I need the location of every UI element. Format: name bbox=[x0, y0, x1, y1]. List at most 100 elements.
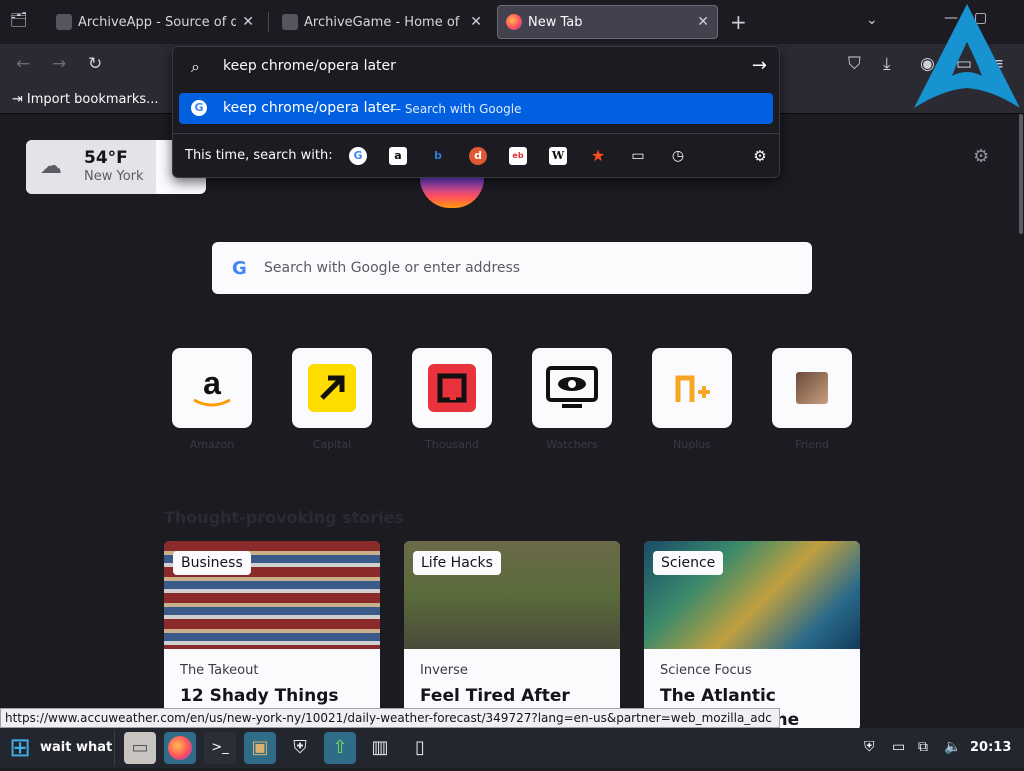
topsite-label: Amazon bbox=[189, 438, 235, 451]
forward-arrow-icon[interactable]: → bbox=[52, 54, 66, 74]
import-icon: ⇥ bbox=[12, 92, 23, 107]
new-tab-plus-icon[interactable]: + bbox=[730, 10, 747, 34]
topsite-watchers[interactable] bbox=[532, 348, 612, 428]
firefox-view-icon[interactable]: 🗂 bbox=[10, 12, 28, 30]
close-tab-icon[interactable]: ✕ bbox=[697, 14, 709, 30]
suggestion-text: keep chrome/opera later bbox=[223, 100, 396, 116]
search-icon: ⌕ bbox=[191, 57, 200, 76]
firefox-taskbar-icon[interactable] bbox=[164, 732, 196, 764]
tabs-icon[interactable]: ▭ bbox=[629, 147, 647, 165]
security-shield-tray-icon[interactable]: ⛨ bbox=[864, 739, 875, 755]
topsite-friend[interactable] bbox=[772, 348, 852, 428]
one-off-search-bar: This time, search with: G a b d eb W ★ ▭… bbox=[173, 133, 779, 177]
back-arrow-icon[interactable]: ← bbox=[16, 54, 30, 74]
clock[interactable]: 20:13 bbox=[970, 740, 1011, 755]
tab-new-tab[interactable]: New Tab ✕ bbox=[497, 5, 718, 39]
import-bookmarks-button[interactable]: ⇥ Import bookmarks... bbox=[12, 92, 159, 107]
topsite-capital[interactable] bbox=[292, 348, 372, 428]
bookmarks-star-icon[interactable]: ★ bbox=[589, 147, 607, 165]
firefox-logo-icon bbox=[420, 178, 484, 208]
bing-icon[interactable]: b bbox=[429, 147, 447, 165]
amazon-icon[interactable]: a bbox=[389, 147, 407, 165]
search-suggestion-row[interactable]: G keep chrome/opera later — Search with … bbox=[179, 93, 773, 124]
close-tab-icon[interactable]: ✕ bbox=[242, 14, 254, 30]
topsite-label: Capital bbox=[312, 438, 352, 451]
suggestion-hint: — Search with Google bbox=[389, 102, 522, 116]
weather-temperature: 54°F bbox=[84, 148, 128, 168]
nuplus-logo-icon bbox=[675, 375, 710, 402]
story-card[interactable]: Life Hacks Inverse Feel Tired After bbox=[404, 541, 620, 731]
shield-icon[interactable]: ⛨ bbox=[284, 732, 316, 764]
text-file-icon[interactable]: ▯ bbox=[404, 732, 436, 764]
monitor-eye-logo-icon bbox=[546, 366, 598, 408]
thousand-logo-icon bbox=[428, 364, 476, 412]
cloud-icon: ☁ bbox=[40, 154, 62, 179]
topsite-nuplus[interactable] bbox=[652, 348, 732, 428]
network-tray-icon[interactable]: ⧉ bbox=[918, 739, 928, 755]
customize-gear-icon[interactable]: ⚙ bbox=[973, 146, 989, 167]
start-menu-windows-icon[interactable]: ⊞ bbox=[2, 730, 38, 766]
profile-photo-icon bbox=[796, 372, 828, 404]
urlbar-dropdown: ⌕ keep chrome/opera later → G keep chrom… bbox=[172, 46, 780, 178]
story-headline: 12 Shady Things bbox=[180, 686, 339, 706]
archive-favicon-icon bbox=[282, 14, 298, 30]
urlbar-input-row[interactable]: ⌕ keep chrome/opera later → bbox=[173, 47, 779, 87]
pocket-icon[interactable]: ⛉ bbox=[848, 54, 861, 74]
active-task-label[interactable]: wait what bbox=[40, 740, 112, 755]
list-all-tabs-chevron-icon[interactable]: ⌄ bbox=[866, 12, 878, 28]
package-manager-icon[interactable]: ▣ bbox=[244, 732, 276, 764]
tab-title: ArchiveApp - Source of digi bbox=[78, 14, 237, 30]
tab-archivegame[interactable]: ArchiveGame - Home of digi ✕ bbox=[274, 5, 490, 39]
urlbar-input[interactable]: keep chrome/opera later bbox=[223, 58, 396, 74]
tab-separator bbox=[268, 12, 269, 32]
go-arrow-icon[interactable]: → bbox=[752, 55, 767, 76]
story-source: Science Focus bbox=[660, 663, 752, 678]
update-arrow-icon[interactable]: ⇧ bbox=[324, 732, 356, 764]
wikipedia-icon[interactable]: W bbox=[549, 147, 567, 165]
search-settings-gear-icon[interactable]: ⚙ bbox=[751, 147, 769, 165]
duckduckgo-icon[interactable]: d bbox=[469, 147, 487, 165]
one-off-label: This time, search with: bbox=[185, 148, 333, 163]
google-icon: G bbox=[191, 100, 207, 116]
svg-text:a: a bbox=[203, 365, 221, 401]
firefox-favicon-icon bbox=[506, 14, 522, 30]
downloads-icon[interactable]: ⤓ bbox=[883, 54, 891, 74]
story-category-badge: Life Hacks bbox=[413, 551, 501, 575]
story-headline: Feel Tired After bbox=[420, 686, 570, 706]
stories-section-title: Thought-provoking stories bbox=[164, 508, 405, 527]
tab-title: ArchiveGame - Home of digi bbox=[304, 14, 464, 30]
topsite-amazon[interactable]: a bbox=[172, 348, 252, 428]
search-placeholder: Search with Google or enter address bbox=[264, 260, 521, 276]
history-clock-icon[interactable]: ◷ bbox=[669, 147, 687, 165]
taskbar-separator bbox=[114, 730, 115, 766]
ebay-icon[interactable]: eb bbox=[509, 147, 527, 165]
weather-city: New York bbox=[84, 169, 144, 184]
tab-archiveapp[interactable]: ArchiveApp - Source of digi ✕ bbox=[48, 5, 262, 39]
story-card[interactable]: Business The Takeout 12 Shady Things bbox=[164, 541, 380, 731]
story-card[interactable]: Science Science Focus The Atlantic Ocean… bbox=[644, 541, 860, 731]
archive-favicon-icon bbox=[56, 14, 72, 30]
newtab-search-box[interactable]: G Search with Google or enter address bbox=[212, 242, 812, 294]
weather-summary: ☁ 54°F New York bbox=[26, 140, 156, 194]
close-tab-icon[interactable]: ✕ bbox=[470, 14, 482, 30]
page-scrollbar[interactable] bbox=[1019, 114, 1023, 234]
import-bookmarks-label: Import bookmarks... bbox=[26, 92, 159, 107]
file-manager-icon[interactable]: ▭ bbox=[124, 732, 156, 764]
amazon-logo-icon: a bbox=[193, 365, 231, 407]
google-icon: G bbox=[232, 258, 247, 279]
capital-logo-icon bbox=[308, 364, 356, 412]
topsite-thousand[interactable] bbox=[412, 348, 492, 428]
story-category-badge: Science bbox=[653, 551, 724, 575]
terminal-icon[interactable]: >_ bbox=[204, 732, 236, 764]
topsite-label: Nuplus bbox=[673, 438, 711, 451]
reload-icon[interactable]: ↻ bbox=[88, 54, 102, 74]
taskbar: ⊞ wait what ▭ >_ ▣ ⛨ ⇧ ▥ ▯ ⛨ ▭ ⧉ 🔈 20:13 bbox=[0, 728, 1024, 768]
topsite-label: Friend bbox=[795, 438, 829, 451]
arch-linux-logo-icon bbox=[914, 4, 1020, 108]
volume-tray-icon[interactable]: 🔈 bbox=[944, 739, 961, 755]
archive-zip-icon[interactable]: ▥ bbox=[364, 732, 396, 764]
topsite-label: Watchers bbox=[546, 438, 598, 451]
tab-title: New Tab bbox=[528, 14, 583, 30]
google-icon[interactable]: G bbox=[349, 147, 367, 165]
display-tray-icon[interactable]: ▭ bbox=[892, 739, 905, 755]
